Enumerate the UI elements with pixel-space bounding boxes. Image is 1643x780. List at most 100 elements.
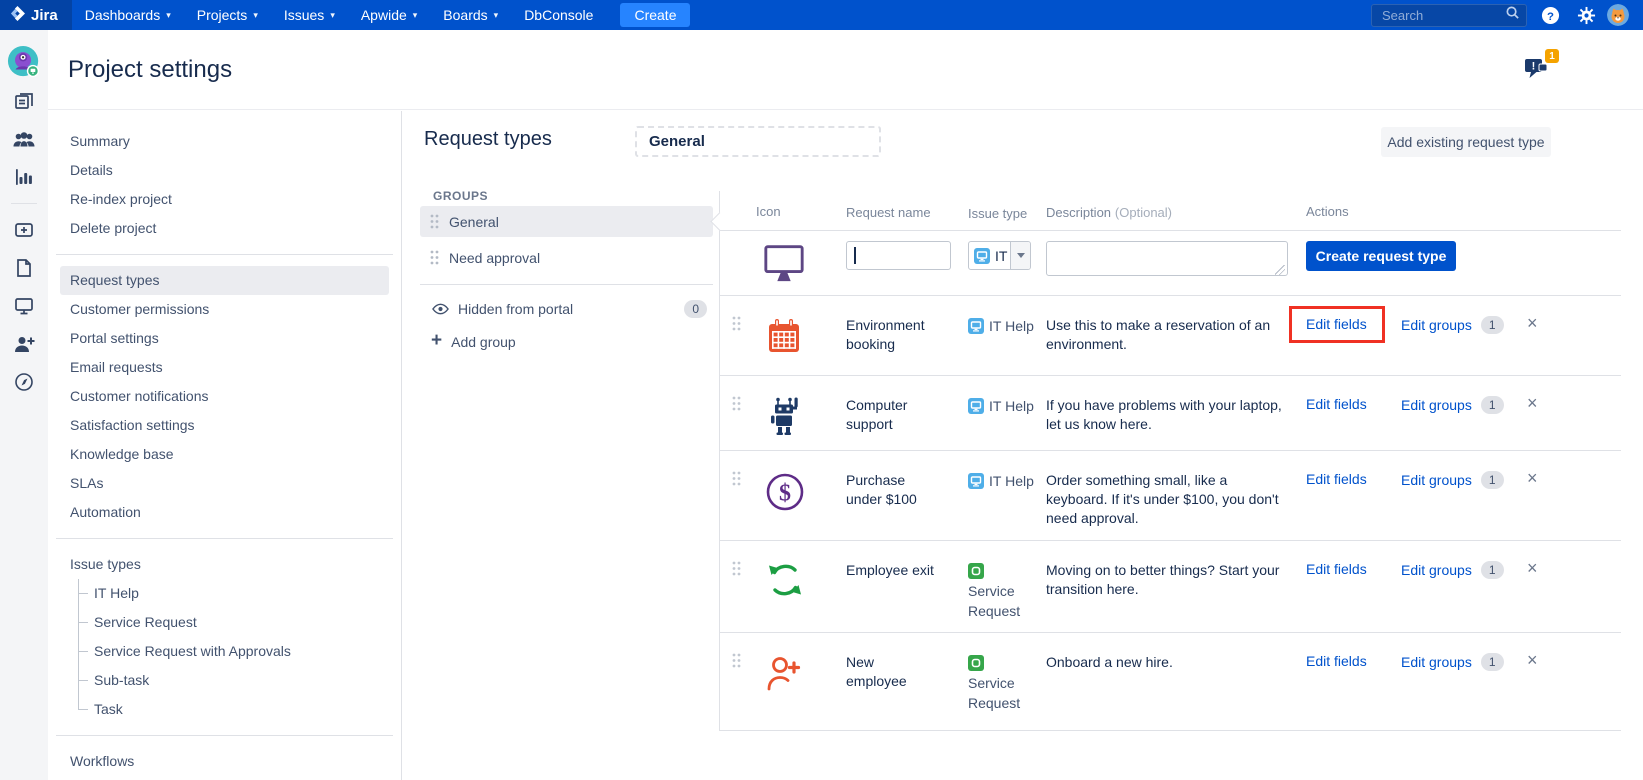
sidebar-item-portal-settings[interactable]: Portal settings — [48, 324, 401, 353]
edit-fields-link[interactable]: Edit fields — [1306, 561, 1367, 577]
edit-groups-link[interactable]: Edit groups — [1401, 654, 1472, 670]
chevron-down-icon — [1017, 253, 1025, 258]
create-request-type-button[interactable]: Create request type — [1306, 241, 1456, 271]
articles-icon[interactable] — [8, 252, 40, 284]
sidebar-item-automation[interactable]: Automation — [48, 498, 401, 527]
sidebar-item-summary[interactable]: Summary — [48, 127, 401, 156]
request-description: If you have problems with your laptop, l… — [1046, 396, 1306, 450]
jira-logo-label: Jira — [31, 7, 58, 24]
reports-icon[interactable] — [8, 161, 40, 193]
drag-handle-icon[interactable] — [732, 398, 741, 415]
customer-portal-icon[interactable] — [8, 290, 40, 322]
drag-handle-icon[interactable] — [732, 563, 741, 580]
edit-groups-link[interactable]: Edit groups — [1401, 317, 1472, 333]
request-name: New employee — [846, 653, 968, 730]
request-name: Employee exit — [846, 561, 968, 632]
raise-request-icon[interactable] — [8, 214, 40, 246]
sidebar-item-satisfaction-settings[interactable]: Satisfaction settings — [48, 411, 401, 440]
sidebar-item-customer-permissions[interactable]: Customer permissions — [48, 295, 401, 324]
refresh-arrows-icon — [756, 586, 806, 603]
close-icon[interactable]: × — [1527, 468, 1538, 489]
nav-dashboards[interactable]: Dashboards▾ — [72, 0, 184, 30]
gear-icon[interactable] — [1573, 2, 1599, 28]
issue-types-heading[interactable]: Issue types — [48, 550, 401, 579]
edit-groups-link[interactable]: Edit groups — [1401, 562, 1472, 578]
drag-handle-icon[interactable] — [430, 214, 439, 229]
divider — [420, 284, 713, 285]
close-icon[interactable]: × — [1527, 650, 1538, 671]
invite-team-icon[interactable] — [8, 328, 40, 360]
sidebar-item-email-requests[interactable]: Email requests — [48, 353, 401, 382]
sidebar-item-delete-project[interactable]: Delete project — [48, 214, 401, 243]
request-description: Use this to make a reservation of an env… — [1046, 316, 1306, 375]
monitor-request-icon[interactable] — [756, 272, 806, 289]
group-name-field[interactable]: General — [635, 126, 881, 157]
drag-handle-icon[interactable] — [430, 250, 439, 265]
hidden-from-portal-item[interactable]: Hidden from portal 0 — [420, 297, 713, 321]
feedback-bubble-icon[interactable]: ! 1 — [1523, 55, 1553, 83]
user-avatar[interactable] — [1607, 4, 1629, 26]
add-existing-request-type-button[interactable]: Add existing request type — [1381, 127, 1551, 157]
queues-icon[interactable] — [8, 85, 40, 117]
customers-icon[interactable] — [8, 123, 40, 155]
description-textarea[interactable] — [1046, 241, 1288, 276]
sidebar-item-details[interactable]: Details — [48, 156, 401, 185]
edit-fields-link[interactable]: Edit fields — [1306, 471, 1367, 487]
nav-projects[interactable]: Projects▾ — [184, 0, 271, 30]
project-avatar[interactable] — [7, 45, 41, 79]
dropdown-arrow-button[interactable] — [1010, 242, 1030, 269]
nav-issues[interactable]: Issues▾ — [271, 0, 348, 30]
drag-handle-icon[interactable] — [732, 318, 741, 335]
request-description: Order something small, like a keyboard. … — [1046, 471, 1306, 540]
new-request-type-row: IT Help Create reques — [720, 231, 1621, 296]
sidebar-item-service-request-with-approvals[interactable]: Service Request with Approvals — [48, 637, 401, 666]
close-icon[interactable]: × — [1527, 313, 1538, 334]
sidebar-item-customer-notifications[interactable]: Customer notifications — [48, 382, 401, 411]
sidebar-item-sub-task[interactable]: Sub-task — [48, 666, 401, 695]
close-icon[interactable]: × — [1527, 558, 1538, 579]
notification-badge: 1 — [1545, 49, 1559, 63]
sidebar-item-reindex-project[interactable]: Re-index project — [48, 185, 401, 214]
nav-dbconsole[interactable]: DbConsole — [511, 0, 606, 30]
issue-type-select[interactable]: IT Help — [968, 241, 1031, 270]
table-row: Computer support IT Help If you have pro… — [720, 376, 1621, 451]
drag-handle-icon[interactable] — [732, 473, 741, 490]
edit-fields-link[interactable]: Edit fields — [1306, 653, 1367, 669]
add-group-button[interactable]: + Add group — [420, 329, 516, 355]
request-name: Purchase under $100 — [846, 471, 968, 540]
person-add-icon — [756, 682, 806, 699]
help-icon[interactable]: ? — [1537, 2, 1563, 28]
group-item-general[interactable]: General — [420, 206, 713, 237]
edit-groups-link[interactable]: Edit groups — [1401, 472, 1472, 488]
issue-types-tree: IT Help Service Request Service Request … — [48, 579, 401, 724]
search-box[interactable] — [1371, 4, 1527, 27]
column-header-actions: Actions — [1306, 204, 1349, 219]
issue-type-cell: Service Request — [968, 561, 1046, 632]
sidebar-item-knowledge-base[interactable]: Knowledge base — [48, 440, 401, 469]
it-help-type-icon — [968, 473, 984, 489]
sidebar-item-service-request[interactable]: Service Request — [48, 608, 401, 637]
create-button[interactable]: Create — [620, 3, 690, 27]
jira-logo[interactable]: Jira — [0, 0, 72, 30]
edit-fields-link[interactable]: Edit fields — [1306, 316, 1367, 332]
group-item-need-approval[interactable]: Need approval — [420, 242, 713, 273]
sidebar-item-it-help[interactable]: IT Help — [48, 579, 401, 608]
close-icon[interactable]: × — [1527, 393, 1538, 414]
sidebar-item-workflows[interactable]: Workflows — [48, 747, 401, 776]
sidebar-item-slas[interactable]: SLAs — [48, 469, 401, 498]
nav-boards[interactable]: Boards▾ — [430, 0, 511, 30]
nav-apwide[interactable]: Apwide▾ — [348, 0, 430, 30]
sidebar-item-request-types[interactable]: Request types — [60, 266, 389, 295]
edit-groups-link[interactable]: Edit groups — [1401, 397, 1472, 413]
divider — [56, 538, 393, 539]
svg-text:!: ! — [1532, 61, 1536, 73]
sidebar-item-task[interactable]: Task — [48, 695, 401, 724]
compass-icon[interactable] — [8, 366, 40, 398]
it-help-type-icon — [968, 398, 984, 414]
request-name-input[interactable] — [846, 241, 951, 270]
drag-handle-icon[interactable] — [732, 655, 741, 672]
search-input[interactable] — [1382, 8, 1505, 23]
robot-icon — [756, 423, 804, 440]
edit-fields-link[interactable]: Edit fields — [1306, 396, 1367, 412]
search-icon — [1505, 5, 1520, 25]
